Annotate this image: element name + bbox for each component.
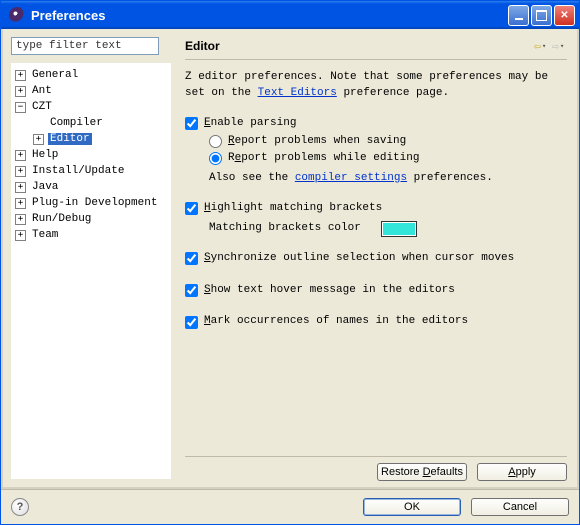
brackets-color-label: Matching brackets color [209,221,361,237]
window-buttons [508,5,575,26]
report-saving-label[interactable]: Report problems when saving [228,134,406,150]
right-pane: Editor ⇦▾ ⇨▾ Z editor preferences. Note … [175,29,577,487]
hover-row: Show text hover message in the editors [185,283,567,299]
expand-icon[interactable]: + [15,150,26,161]
window-title: Preferences [29,8,508,23]
expand-icon[interactable]: + [15,70,26,81]
tree-label: Help [30,149,60,161]
dialog-footer: ? OK Cancel [1,489,579,524]
hover-checkbox[interactable] [185,284,198,297]
filter-input[interactable] [11,37,159,55]
report-saving-radio[interactable] [209,135,222,148]
mark-occurrences-label[interactable]: Mark occurrences of names in the editors [204,314,468,330]
cancel-button[interactable]: Cancel [471,498,569,516]
tree-label: Install/Update [30,165,126,177]
preferences-tree[interactable]: +General+Ant−CZTCompiler+Editor+Help+Ins… [11,63,171,479]
enable-parsing-checkbox[interactable] [185,117,198,130]
report-editing-row: Report problems while editing [209,151,567,167]
tree-label: Ant [30,85,54,97]
maximize-button[interactable] [531,5,552,26]
tree-item-general[interactable]: + General [11,67,171,83]
tree-label: Compiler [48,117,105,129]
close-button[interactable] [554,5,575,26]
page-button-row: Restore Defaults Apply [185,456,567,481]
compiler-settings-link[interactable]: compiler settings [295,172,407,184]
tree-item-editor[interactable]: + Editor [11,131,171,147]
tree-label: General [30,69,80,81]
preferences-window: Preferences +General+Ant−CZTCompiler+Edi… [0,0,580,525]
enable-parsing-label[interactable]: Enable parsing [204,116,296,132]
expand-icon[interactable]: + [15,86,26,97]
section-title: Editor [185,39,531,53]
enable-parsing-row: Enable parsing [185,116,567,132]
collapse-icon[interactable]: − [15,102,26,113]
tree-item-install-update[interactable]: + Install/Update [11,163,171,179]
intro-suffix: preference page. [337,87,449,99]
editor-content: Z editor preferences. Note that some pre… [185,70,567,456]
tree-item-run-debug[interactable]: + Run/Debug [11,211,171,227]
sync-outline-checkbox[interactable] [185,252,198,265]
report-saving-row: Report problems when saving [209,134,567,150]
highlight-brackets-checkbox[interactable] [185,202,198,215]
brackets-color-row: Matching brackets color [209,221,567,237]
hover-label[interactable]: Show text hover message in the editors [204,283,455,299]
client-area: +General+Ant−CZTCompiler+Editor+Help+Ins… [1,29,579,489]
expand-icon[interactable]: + [15,214,26,225]
highlight-brackets-label[interactable]: Highlight matching brackets [204,201,382,217]
sync-outline-row: Synchronize outline selection when curso… [185,251,567,267]
report-editing-radio[interactable] [209,152,222,165]
also-suffix: preferences. [407,172,493,184]
highlight-brackets-row: Highlight matching brackets [185,201,567,217]
tree-item-java[interactable]: + Java [11,179,171,195]
tree-label: Run/Debug [30,213,93,225]
tree-label: Plug-in Development [30,197,159,209]
tree-item-plug-in-development[interactable]: + Plug-in Development [11,195,171,211]
report-editing-label[interactable]: Report problems while editing [228,151,419,167]
tree-label: CZT [30,101,54,113]
text-editors-link[interactable]: Text Editors [258,87,337,99]
tree-item-team[interactable]: + Team [11,227,171,243]
help-icon[interactable]: ? [11,498,29,516]
minimize-button[interactable] [508,5,529,26]
app-icon [9,7,25,23]
also-prefix: Also see the [209,172,295,184]
tree-item-ant[interactable]: + Ant [11,83,171,99]
expand-icon[interactable]: + [15,182,26,193]
apply-button[interactable]: Apply [477,463,567,481]
forward-button[interactable]: ⇨▾ [549,37,567,55]
mark-occurrences-checkbox[interactable] [185,316,198,329]
tree-item-compiler[interactable]: Compiler [11,115,171,131]
tree-item-help[interactable]: + Help [11,147,171,163]
expand-icon[interactable]: + [33,134,44,145]
left-pane: +General+Ant−CZTCompiler+Editor+Help+Ins… [3,29,175,487]
tree-label: Team [30,229,60,241]
titlebar[interactable]: Preferences [1,1,579,29]
tree-indent [33,118,44,129]
tree-item-czt[interactable]: −CZT [11,99,171,115]
sync-outline-label[interactable]: Synchronize outline selection when curso… [204,251,514,267]
expand-icon[interactable]: + [15,198,26,209]
parsing-radio-group: Report problems when saving Report probl… [209,134,567,167]
tree-label: Editor [48,133,92,145]
back-button[interactable]: ⇦▾ [531,37,549,55]
restore-defaults-button[interactable]: Restore Defaults [377,463,467,481]
expand-icon[interactable]: + [15,230,26,241]
also-see-text: Also see the compiler settings preferenc… [209,171,567,187]
mark-occ-row: Mark occurrences of names in the editors [185,314,567,330]
expand-icon[interactable]: + [15,166,26,177]
tree-label: Java [30,181,60,193]
intro-text: Z editor preferences. Note that some pre… [185,70,567,102]
brackets-color-swatch[interactable] [381,221,417,237]
ok-button[interactable]: OK [363,498,461,516]
section-header: Editor ⇦▾ ⇨▾ [185,37,567,55]
